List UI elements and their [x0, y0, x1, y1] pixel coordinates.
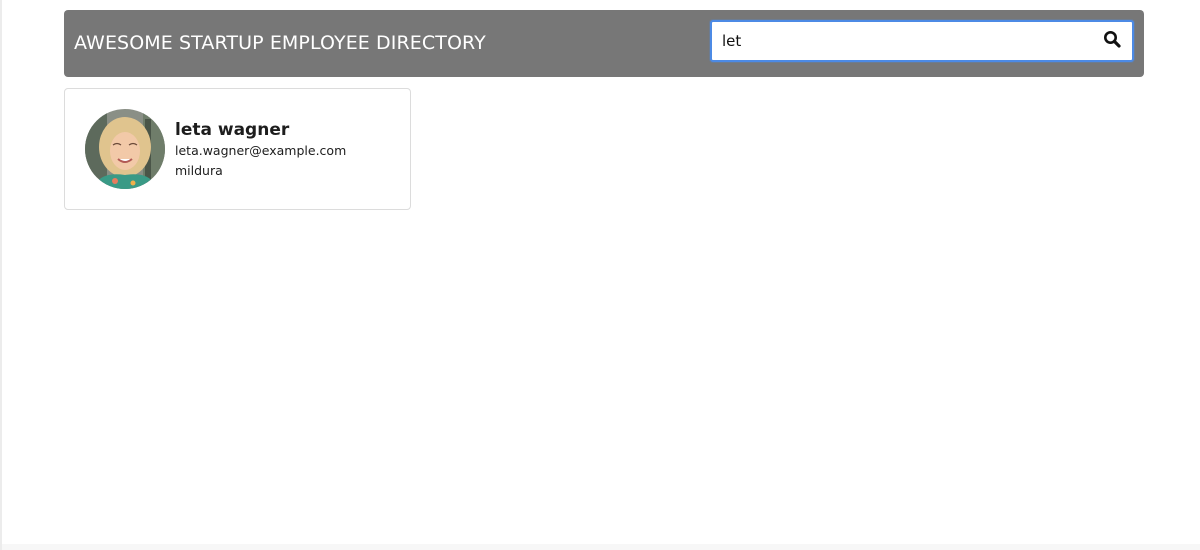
page-bottom-edge — [2, 544, 1200, 550]
page: AWESOME STARTUP EMPLOYEE DIRECTORY let l… — [0, 0, 1200, 550]
avatar — [85, 109, 165, 189]
employee-info: leta wagner leta.wagner@example.com mild… — [175, 119, 346, 181]
search-icon — [1104, 31, 1121, 48]
employee-name: leta wagner — [175, 120, 290, 140]
employee-card[interactable]: leta wagner leta.wagner@example.com mild… — [64, 88, 411, 210]
directory-header: AWESOME STARTUP EMPLOYEE DIRECTORY — [64, 10, 1144, 77]
employee-city: mildura — [175, 163, 223, 178]
search-bar — [710, 20, 1134, 62]
employee-email: leta.wagner@example.com — [175, 143, 347, 158]
page-title: AWESOME STARTUP EMPLOYEE DIRECTORY — [74, 32, 486, 54]
search-input[interactable] — [712, 22, 1092, 60]
search-button[interactable] — [1100, 27, 1126, 53]
